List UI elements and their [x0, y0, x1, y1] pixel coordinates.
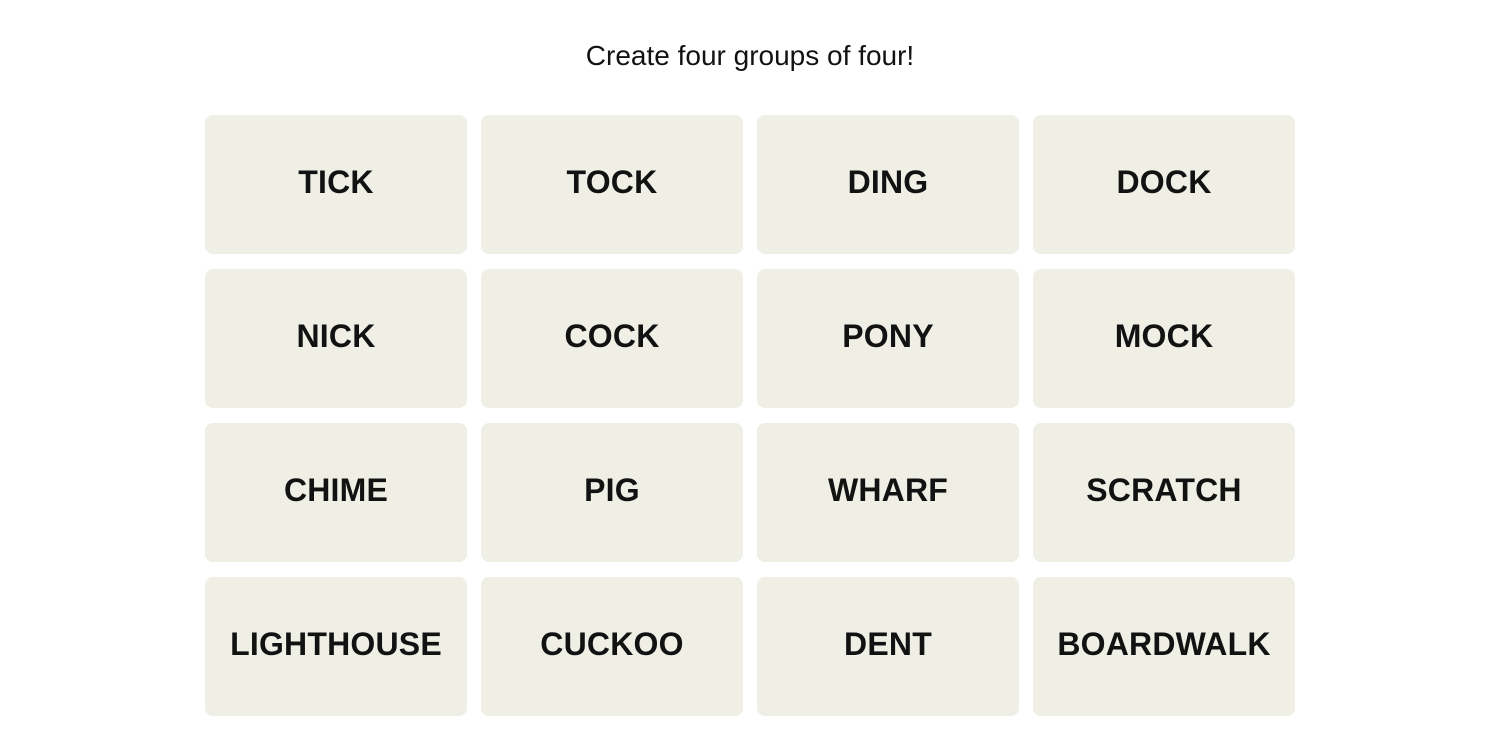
word-tile[interactable]: CHIME — [205, 423, 467, 562]
word-tile[interactable]: PONY — [757, 269, 1019, 408]
word-tile[interactable]: COCK — [481, 269, 743, 408]
word-tile[interactable]: DENT — [757, 577, 1019, 716]
word-tile[interactable]: DING — [757, 115, 1019, 254]
word-tile[interactable]: PIG — [481, 423, 743, 562]
word-tile[interactable]: BOARDWALK — [1033, 577, 1295, 716]
word-tile[interactable]: CUCKOO — [481, 577, 743, 716]
word-tile[interactable]: LIGHTHOUSE — [205, 577, 467, 716]
word-grid: TICK TOCK DING DOCK NICK COCK PONY MOCK … — [205, 115, 1297, 716]
word-tile[interactable]: TICK — [205, 115, 467, 254]
word-tile[interactable]: MOCK — [1033, 269, 1295, 408]
word-tile[interactable]: TOCK — [481, 115, 743, 254]
word-tile[interactable]: DOCK — [1033, 115, 1295, 254]
word-tile[interactable]: SCRATCH — [1033, 423, 1295, 562]
game-instructions: Create four groups of four! — [585, 40, 915, 71]
word-tile[interactable]: NICK — [205, 269, 467, 408]
word-tile[interactable]: WHARF — [757, 423, 1019, 562]
